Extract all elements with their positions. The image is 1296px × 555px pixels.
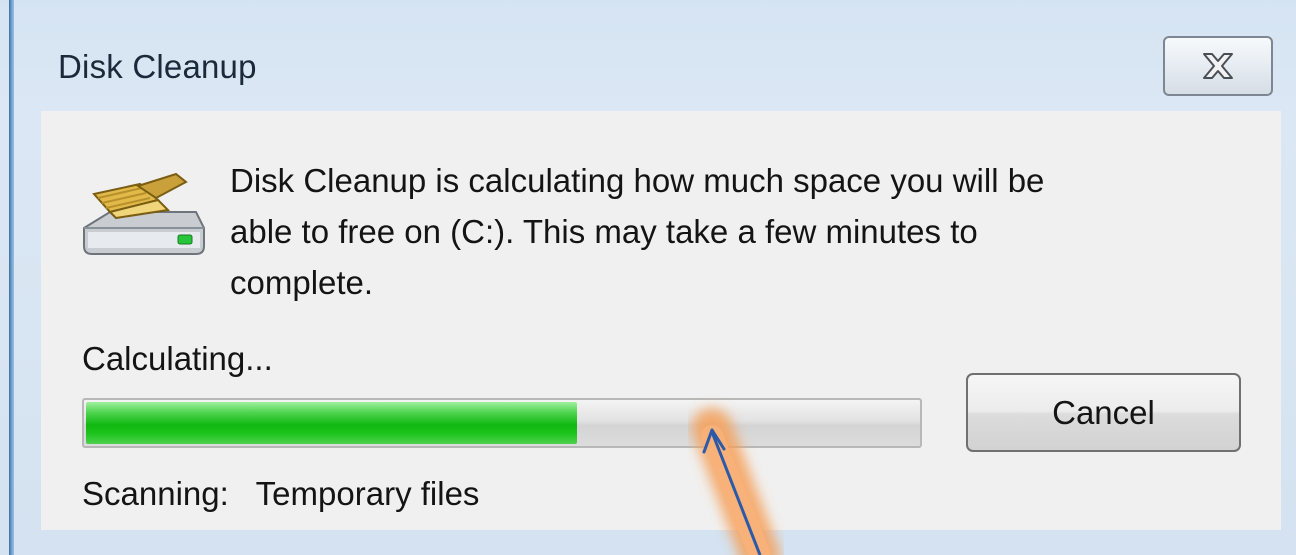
disk-cleanup-icon bbox=[83, 172, 205, 255]
disk-cleanup-window: Disk Cleanup Disk Cleanup is calculating… bbox=[0, 0, 1296, 555]
window-left-border bbox=[9, 0, 14, 555]
close-x-icon bbox=[1203, 53, 1233, 79]
dialog-message: Disk Cleanup is calculating how much spa… bbox=[230, 162, 1045, 301]
scanning-status: Scanning: Temporary files bbox=[82, 475, 480, 512]
cancel-button[interactable]: Cancel bbox=[966, 373, 1241, 452]
close-button[interactable] bbox=[1163, 36, 1273, 96]
progress-bar-fill bbox=[86, 402, 577, 444]
status-label: Calculating... bbox=[82, 340, 273, 377]
progress-bar bbox=[82, 398, 922, 448]
window-title: Disk Cleanup bbox=[58, 48, 257, 85]
